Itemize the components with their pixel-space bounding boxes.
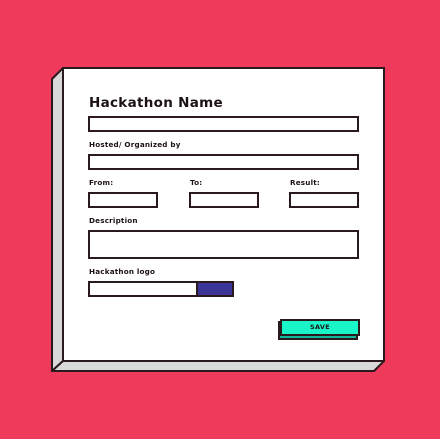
panel-bottom-face [51,360,385,372]
hosted-label: Hosted/ Organized by [89,140,181,149]
upload-button-icon[interactable] [196,281,234,297]
save-button[interactable]: SAVE [278,319,360,340]
result-label: Result: [290,178,320,187]
hosted-by-input[interactable] [88,154,359,170]
from-label: From: [89,178,114,187]
save-button-label: SAVE [280,319,360,336]
from-date-input[interactable] [88,192,158,208]
description-label: Description [89,216,138,225]
panel-left-face [51,67,64,372]
panel-front-face [62,67,385,362]
description-textarea[interactable] [88,230,359,259]
result-input[interactable] [289,192,359,208]
logo-label: Hackathon logo [89,267,156,276]
form-panel [51,67,385,372]
to-label: To: [190,178,203,187]
page-title: Hackathon Name [89,95,223,111]
hackathon-name-input[interactable] [88,116,359,132]
to-date-input[interactable] [189,192,259,208]
